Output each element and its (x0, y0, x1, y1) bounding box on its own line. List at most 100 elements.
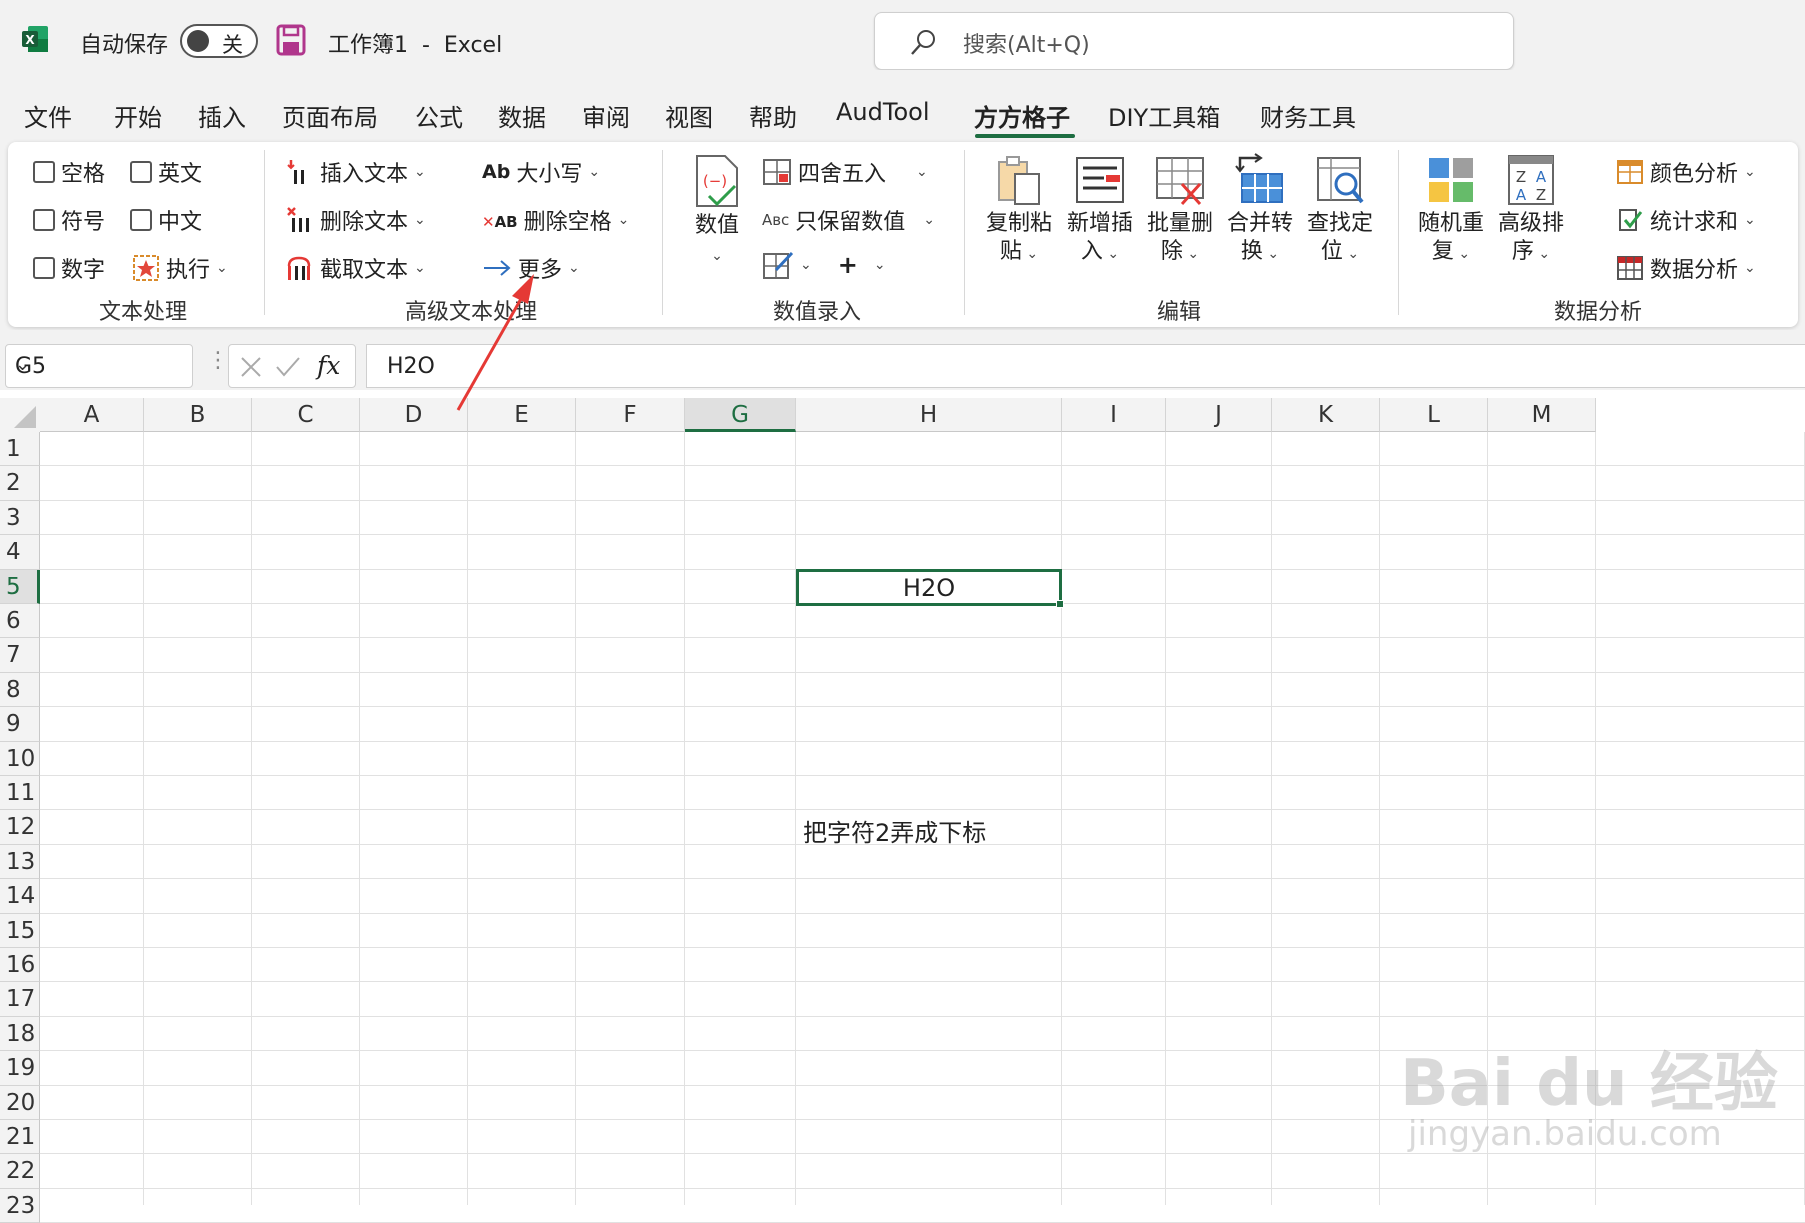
row-header-8[interactable]: 8 (0, 672, 40, 708)
column-header-c[interactable]: C (252, 398, 360, 432)
color-analysis-button[interactable]: 颜色分析 ⌄ (1616, 156, 1756, 188)
round-button[interactable]: 四舍五入 ⌄ (762, 156, 928, 188)
menu-fangfanggezi[interactable]: 方方格子 (974, 98, 1070, 133)
menu-data[interactable]: 数据 (498, 98, 546, 133)
select-all-corner[interactable] (0, 398, 40, 432)
cell-g5[interactable]: H2O (796, 574, 1062, 602)
menu-home[interactable]: 开始 (114, 98, 162, 133)
menu-file[interactable]: 文件 (24, 98, 72, 133)
column-header-g[interactable]: G (685, 398, 796, 432)
random-repeat-label: 随机重 (1417, 211, 1484, 236)
batch-delete-button[interactable]: 批量删 除 ⌄ (1141, 152, 1219, 268)
column-header-k[interactable]: K (1272, 398, 1380, 432)
stat-sum-button[interactable]: 统计求和 ⌄ (1616, 204, 1756, 236)
merge-convert-button[interactable]: 合并转 换 ⌄ (1221, 152, 1299, 268)
row-header-11[interactable]: 11 (0, 776, 40, 811)
find-locate-button[interactable]: 查找定 位 ⌄ (1301, 152, 1379, 268)
random-repeat-button[interactable]: 随机重 复 ⌄ (1412, 152, 1490, 268)
plus-icon[interactable]: + (838, 251, 858, 279)
name-box[interactable]: G5 ⌄ (5, 344, 193, 388)
row-header-2[interactable]: 2 (0, 466, 40, 501)
menu-view[interactable]: 视图 (665, 98, 713, 133)
cell-g12[interactable]: 把字符2弄成下标 (803, 813, 986, 848)
color-analysis-label: 颜色分析 (1650, 162, 1739, 187)
row-header-1[interactable]: 1 (0, 432, 40, 467)
row-header-18[interactable]: 18 (0, 1016, 40, 1052)
row-gridline (40, 534, 1805, 536)
more-button[interactable]: 更多 ⌄ (482, 252, 580, 284)
column-header-b[interactable]: B (144, 398, 252, 432)
column-gridline (359, 432, 360, 1205)
row-header-20[interactable]: 20 (0, 1085, 40, 1120)
checkbox-symbol[interactable]: 符号 (33, 204, 105, 236)
row-header-14[interactable]: 14 (0, 879, 40, 914)
menu-formulas[interactable]: 公式 (415, 98, 463, 133)
round-icon (763, 159, 791, 185)
menu-review[interactable]: 审阅 (582, 98, 630, 133)
chevron-down-icon[interactable]: ⌄ (15, 354, 184, 375)
column-header-m[interactable]: M (1488, 398, 1596, 432)
row-header-7[interactable]: 7 (0, 638, 40, 673)
row-header-15[interactable]: 15 (0, 913, 40, 948)
copy-paste-button[interactable]: 复制粘 贴 ⌄ (980, 152, 1058, 268)
advanced-sort-button[interactable]: Z A A Z 高级排 序 ⌄ (1492, 152, 1570, 268)
row-header-10[interactable]: 10 (0, 741, 40, 776)
row-header-16[interactable]: 16 (0, 948, 40, 983)
row-header-22[interactable]: 22 (0, 1154, 40, 1189)
row-header-3[interactable]: 3 (0, 500, 40, 536)
delete-text-button[interactable]: 删除文本 ⌄ (286, 204, 426, 236)
menu-insert[interactable]: 插入 (198, 98, 246, 133)
row-header-5[interactable]: 5 (0, 569, 40, 604)
row-header-9[interactable]: 9 (0, 707, 40, 742)
checkbox-label: 符号 (61, 210, 106, 235)
row-header-12[interactable]: 12 (0, 810, 40, 845)
extract-text-button[interactable]: 截取文本 ⌄ (286, 252, 426, 284)
copy-paste-label: 复制粘 (985, 211, 1052, 236)
row-header-23[interactable]: 23 (0, 1188, 40, 1223)
column-header-f[interactable]: F (576, 398, 685, 432)
watermark-logo: Bai du 经验 (1400, 1047, 1778, 1121)
menu-help[interactable]: 帮助 (749, 98, 797, 133)
checkbox-number[interactable]: 数字 (33, 252, 105, 284)
row-header-21[interactable]: 21 (0, 1120, 40, 1155)
row-header-6[interactable]: 6 (0, 604, 40, 639)
menu-audtool[interactable]: AudTool (836, 98, 929, 126)
group-separator (264, 150, 265, 315)
execute-button[interactable]: 执行 ⌄ (132, 252, 228, 284)
formula-input[interactable]: H2O (366, 344, 1805, 388)
edit-values-button[interactable]: ⌄ + ⌄ (762, 250, 886, 280)
data-analysis-button[interactable]: 数据分析 ⌄ (1616, 252, 1756, 284)
autosave-toggle[interactable]: 关 (180, 24, 258, 58)
menu-finance-tools[interactable]: 财务工具 (1260, 98, 1356, 133)
insert-text-button[interactable]: 插入文本 ⌄ (286, 156, 426, 188)
enter-check-icon[interactable] (275, 355, 301, 379)
case-button[interactable]: Ab 大小写 ⌄ (482, 156, 600, 188)
column-header-a[interactable]: A (40, 398, 144, 432)
column-header-e[interactable]: E (468, 398, 576, 432)
menu-page-layout[interactable]: 页面布局 (282, 98, 378, 133)
cancel-icon[interactable] (239, 355, 263, 379)
insert-function-icon[interactable]: fx (317, 351, 340, 380)
column-header-j[interactable]: J (1166, 398, 1272, 432)
row-header-4[interactable]: 4 (0, 535, 40, 570)
keep-values-button[interactable]: Aʙᴄ 只保留数值 ⌄ (762, 204, 935, 236)
column-header-d[interactable]: D (360, 398, 468, 432)
row-header-17[interactable]: 17 (0, 982, 40, 1017)
extract-text-icon (287, 256, 311, 280)
checkbox-english[interactable]: 英文 (130, 156, 202, 188)
insert-new-button[interactable]: 新增插 入 ⌄ (1061, 152, 1139, 268)
column-header-i[interactable]: I (1062, 398, 1166, 432)
row-header-19[interactable]: 19 (0, 1051, 40, 1086)
checkbox-chinese[interactable]: 中文 (130, 204, 202, 236)
delete-space-button[interactable]: ✕AB 删除空格 ⌄ (482, 204, 629, 236)
column-header-h[interactable]: H (796, 398, 1062, 432)
column-header-l[interactable]: L (1380, 398, 1488, 432)
row-header-13[interactable]: 13 (0, 844, 40, 880)
checkbox-space[interactable]: 空格 (33, 156, 105, 188)
insert-rows-icon (1076, 157, 1124, 203)
search-box[interactable]: 搜索(Alt+Q) (874, 12, 1514, 70)
save-icon[interactable] (276, 24, 306, 56)
menu-diy-toolbox[interactable]: DIY工具箱 (1108, 98, 1220, 133)
more-options-icon[interactable]: ⋮ (207, 348, 229, 373)
value-button[interactable]: (−) 数值 ⌄ (678, 152, 756, 270)
